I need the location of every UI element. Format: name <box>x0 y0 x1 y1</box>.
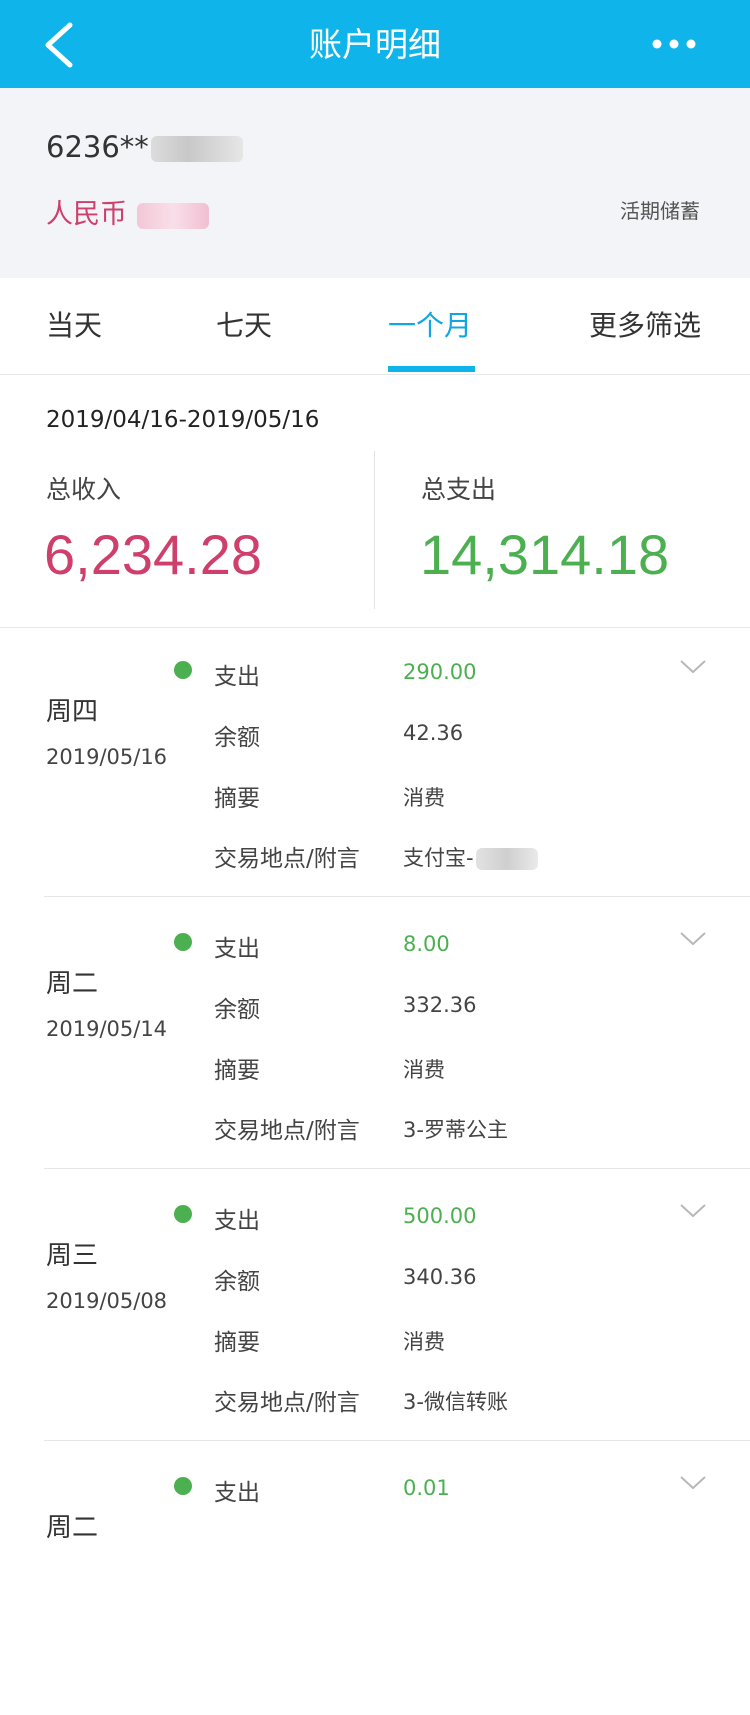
more-horizontal-icon <box>652 39 696 49</box>
account-type: 活期储蓄 <box>620 199 700 223</box>
transaction-weekday: 周二 <box>46 969 99 999</box>
account-card: 6236** 人民币 活期储蓄 <box>0 88 750 278</box>
status-dot-icon <box>174 661 192 679</box>
balance-value: 332.36 <box>403 993 477 1017</box>
row-divider <box>44 896 750 897</box>
amount-value: 290.00 <box>403 660 477 684</box>
transaction-item[interactable]: 周二 2019/05/14 支出 8.00 余额 332.36 摘要 消费 交易… <box>0 899 750 1171</box>
transaction-date: 2019/05/08 <box>46 1289 168 1313</box>
location-label: 交易地点/附言 <box>214 1118 360 1144</box>
top-app-bar: 账户明细 <box>0 0 750 88</box>
transaction-item[interactable]: 周二 支出 0.01 <box>0 1443 750 1715</box>
location-text: 支付宝- <box>403 846 474 870</box>
tab-today[interactable]: 当天 <box>46 278 102 374</box>
location-value: 3-微信转账 <box>403 1390 508 1414</box>
row-divider <box>44 1440 750 1441</box>
balance-label: 余额 <box>214 725 260 751</box>
memo-value: 消费 <box>403 1330 445 1354</box>
account-currency: 人民币 <box>46 192 209 231</box>
balance-value: 340.36 <box>403 1265 477 1289</box>
memo-label: 摘要 <box>214 1330 260 1356</box>
redacted-location <box>475 848 538 870</box>
redacted-account-digits <box>150 136 243 162</box>
chevron-down-icon <box>680 932 706 946</box>
type-label: 支出 <box>214 664 260 690</box>
total-expense-value: 14,314.18 <box>420 523 670 586</box>
type-label: 支出 <box>214 1208 260 1234</box>
balance-label: 余额 <box>214 997 260 1023</box>
amount-value: 8.00 <box>403 932 450 956</box>
date-range: 2019/04/16-2019/05/16 <box>46 407 320 433</box>
transaction-date: 2019/05/14 <box>46 1017 168 1041</box>
status-dot-icon <box>174 1477 192 1495</box>
tab-more-filters[interactable]: 更多筛选 <box>589 278 701 374</box>
transaction-weekday: 周二 <box>46 1513 99 1543</box>
transaction-date: 2019/05/16 <box>46 745 168 769</box>
summary-divider <box>374 451 375 609</box>
location-label: 交易地点/附言 <box>214 1390 360 1416</box>
expand-chevron-button[interactable] <box>680 1203 706 1219</box>
chevron-down-icon <box>680 1204 706 1218</box>
active-tab-indicator <box>388 366 475 372</box>
currency-label: 人民币 <box>46 199 127 230</box>
amount-value: 0.01 <box>403 1476 450 1500</box>
status-dot-icon <box>174 933 192 951</box>
chevron-down-icon <box>680 660 706 674</box>
transaction-item[interactable]: 周四 2019/05/16 支出 290.00 余额 42.36 摘要 消费 交… <box>0 627 750 899</box>
transaction-weekday: 周三 <box>46 1241 99 1271</box>
more-menu-button[interactable] <box>648 28 700 60</box>
memo-value: 消费 <box>403 1058 445 1082</box>
expand-chevron-button[interactable] <box>680 1475 706 1491</box>
location-value: 支付宝- <box>403 842 538 872</box>
total-income-value: 6,234.28 <box>44 523 262 586</box>
total-expense-label: 总支出 <box>421 475 497 504</box>
redacted-balance <box>137 202 209 229</box>
memo-label: 摘要 <box>214 1058 260 1084</box>
tab-seven-days[interactable]: 七天 <box>216 278 272 374</box>
memo-label: 摘要 <box>214 786 260 812</box>
expand-chevron-button[interactable] <box>680 659 706 675</box>
page-title: 账户明细 <box>309 25 441 64</box>
status-dot-icon <box>174 1205 192 1223</box>
type-label: 支出 <box>214 936 260 962</box>
period-tabs: 当天 七天 一个月 更多筛选 <box>0 278 750 375</box>
row-divider <box>44 1168 750 1169</box>
memo-value: 消费 <box>403 786 445 810</box>
transaction-weekday: 周四 <box>46 697 99 727</box>
amount-value: 500.00 <box>403 1204 477 1228</box>
chevron-down-icon <box>680 1476 706 1490</box>
location-value: 3-罗蒂公主 <box>403 1118 508 1142</box>
location-label: 交易地点/附言 <box>214 846 360 872</box>
account-number: 6236** <box>46 130 243 164</box>
expand-chevron-button[interactable] <box>680 931 706 947</box>
summary-panel: 2019/04/16-2019/05/16 总收入 6,234.28 总支出 1… <box>0 375 750 628</box>
transaction-item[interactable]: 周三 2019/05/08 支出 500.00 余额 340.36 摘要 消费 … <box>0 1171 750 1443</box>
balance-value: 42.36 <box>403 721 464 745</box>
balance-label: 余额 <box>214 1269 260 1295</box>
tab-one-month[interactable]: 一个月 <box>388 278 472 374</box>
type-label: 支出 <box>214 1480 260 1506</box>
chevron-left-icon <box>45 22 73 68</box>
back-button[interactable] <box>40 22 80 68</box>
account-number-text: 6236** <box>46 130 149 164</box>
total-income-label: 总收入 <box>46 475 122 504</box>
